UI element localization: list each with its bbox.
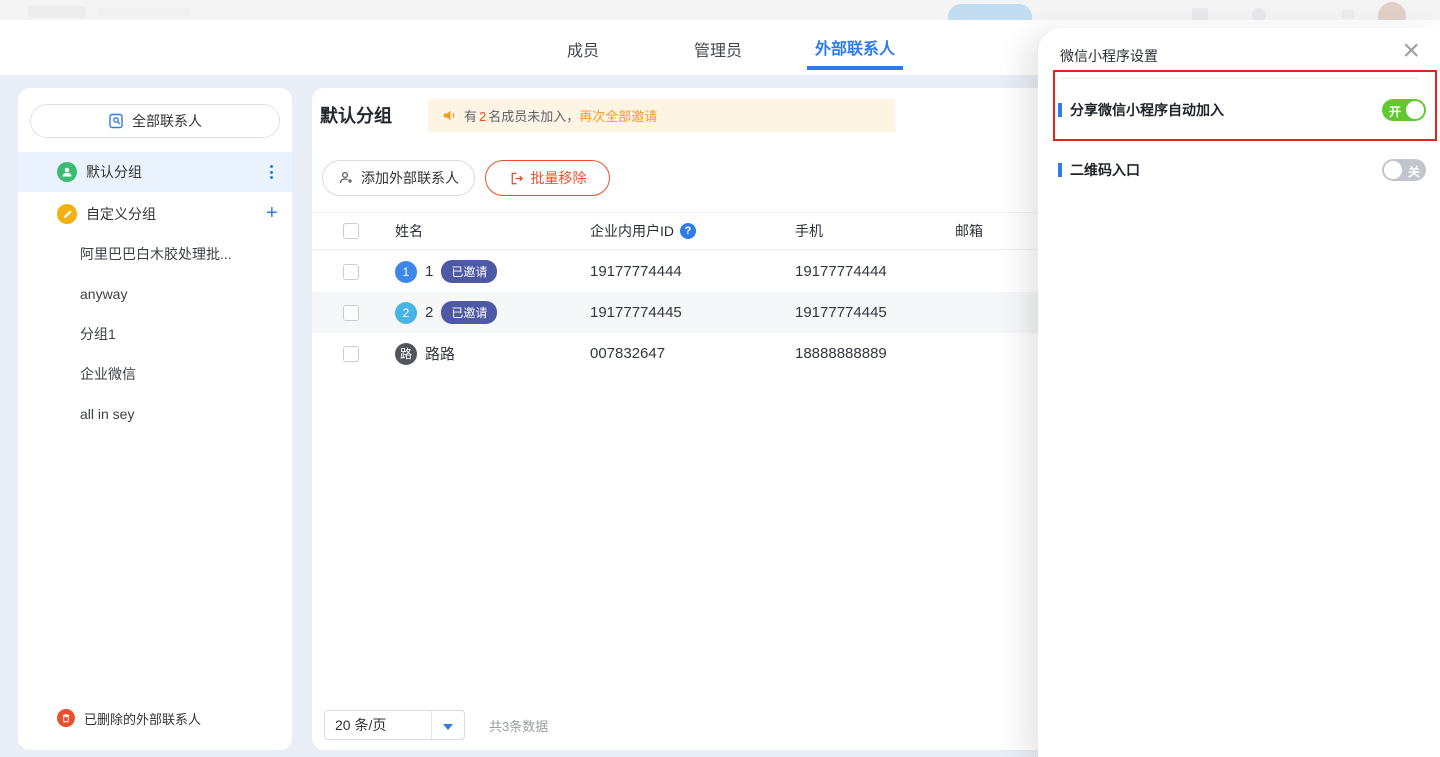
tab-members[interactable]: 成员 [547,28,619,70]
deleted-contacts-label: 已删除的外部联系人 [84,709,201,728]
pagination: 20 条/页 共3条数据 [324,710,548,740]
reinvite-all-link[interactable]: 再次全部邀请 [579,109,657,124]
page-size-select[interactable]: 20 条/页 [324,710,465,740]
header-email: 邮箱 [955,213,983,249]
contacts-sidebar: 全部联系人 默认分组 自定义分组 + 阿里巴巴白木胶处理批... anyway … [18,88,292,750]
add-group-icon[interactable]: + [266,202,278,225]
user-id-value: 19177774444 [590,251,682,292]
section-marker [1058,103,1062,117]
faded-breadcrumb [98,8,190,16]
page-size-value: 20 条/页 [335,715,386,735]
avatar: 2 [395,302,417,324]
phone-value: 19177774444 [795,251,887,292]
toggle-state-label: 关 [1408,163,1420,180]
person-icon [57,162,77,182]
header-name: 姓名 [395,213,423,249]
remove-button-label: 批量移除 [531,168,587,188]
header-phone: 手机 [795,213,823,249]
all-contacts-label: 全部联系人 [132,111,202,131]
sidebar-subgroup[interactable]: all in sey [18,394,292,434]
speaker-icon [442,108,457,123]
faded-primary-button [948,4,1032,20]
group-label: 默认分组 [86,162,142,182]
batch-remove-button[interactable]: 批量移除 [485,160,610,196]
faded-logo [28,6,86,18]
sidebar-subgroup[interactable]: anyway [18,274,292,314]
tab-external-contacts[interactable]: 外部联系人 [807,28,903,70]
invited-badge: 已邀请 [441,301,497,324]
faded-top-toolbar [0,0,1440,20]
setting-row-qrcode-entry: 二维码入口 关 [1038,150,1440,190]
close-icon[interactable]: × [1402,36,1420,66]
add-button-label: 添加外部联系人 [361,168,459,188]
table-row[interactable]: 路 路路 007832647 18888888889 [312,333,1118,374]
avatar: 路 [395,343,417,365]
chevron-down-icon [443,724,453,730]
divider [431,711,432,741]
contact-book-icon [108,113,124,129]
subgroup-label: all in sey [80,406,134,422]
add-person-icon [338,170,354,186]
faded-avatar [1378,2,1406,20]
all-contacts-button[interactable]: 全部联系人 [30,104,280,138]
section-marker [1058,163,1062,177]
miniprogram-settings-drawer: 微信小程序设置 × 分享微信小程序自动加入 开 二维码入口 关 [1038,28,1440,757]
divider [1060,78,1418,79]
row-checkbox[interactable] [343,264,359,280]
user-id-value: 007832647 [590,333,665,374]
toggle-knob [1384,161,1402,179]
total-count-label: 共3条数据 [489,716,548,735]
help-icon[interactable]: ? [680,223,696,239]
contact-name: 2 [425,304,433,321]
contact-name: 1 [425,263,433,280]
drawer-title: 微信小程序设置 [1060,46,1158,66]
sidebar-subgroup[interactable]: 分组1 [18,314,292,354]
subgroup-label: 企业微信 [80,364,136,384]
sidebar-subgroup[interactable]: 阿里巴巴白木胶处理批... [18,234,292,274]
row-checkbox[interactable] [343,346,359,362]
faded-toolbar-icon [1252,8,1266,20]
invite-notice-banner: 有2名成员未加入，再次全部邀请 [428,99,895,132]
setting-label: 二维码入口 [1070,160,1140,180]
faded-toolbar-icon [1192,8,1208,20]
add-external-contact-button[interactable]: 添加外部联系人 [322,160,475,196]
table-row[interactable]: 1 1 已邀请 19177774444 19177774444 [312,251,1118,292]
group-content-panel: 默认分组 有2名成员未加入，再次全部邀请 添加外部联系人 批量移除 姓名 企业内… [312,88,1118,750]
pencil-icon [57,204,77,224]
toggle-qrcode-off[interactable]: 关 [1382,159,1426,181]
sidebar-subgroup[interactable]: 企业微信 [18,354,292,394]
user-id-value: 19177774445 [590,292,682,333]
faded-toolbar-icon [1342,10,1354,18]
more-actions-icon[interactable] [270,165,274,179]
toggle-auto-join-on[interactable]: 开 [1382,99,1426,121]
table-row[interactable]: 2 2 已邀请 19177774445 19177774445 [312,292,1118,333]
phone-value: 18888888889 [795,333,887,374]
page-title: 默认分组 [320,102,392,128]
uninvited-count: 2 [479,109,486,124]
subgroup-label: anyway [80,286,127,302]
row-checkbox[interactable] [343,305,359,321]
trash-icon [57,709,75,727]
phone-value: 19177774445 [795,292,887,333]
toggle-state-label: 开 [1389,103,1401,120]
select-all-checkbox[interactable] [343,223,359,239]
contact-name: 路路 [425,343,455,364]
banner-text: 有2名成员未加入，再次全部邀请 [464,106,657,125]
subgroup-label: 阿里巴巴白木胶处理批... [80,244,232,264]
sidebar-item-default-group[interactable]: 默认分组 [18,152,292,192]
toggle-knob [1406,101,1424,119]
invited-badge: 已邀请 [441,260,497,283]
avatar: 1 [395,261,417,283]
setting-row-auto-join: 分享微信小程序自动加入 开 [1038,90,1440,130]
tab-admins[interactable]: 管理员 [670,28,766,70]
subgroup-label: 分组1 [80,324,116,344]
deleted-contacts-item[interactable]: 已删除的外部联系人 [18,704,292,732]
sidebar-item-custom-group[interactable]: 自定义分组 + [18,194,292,234]
header-user-id: 企业内用户ID ? [590,213,696,249]
remove-export-icon [509,171,524,186]
group-label: 自定义分组 [86,204,156,224]
setting-label: 分享微信小程序自动加入 [1070,100,1224,120]
table-header: 姓名 企业内用户ID ? 手机 邮箱 [312,212,1118,250]
